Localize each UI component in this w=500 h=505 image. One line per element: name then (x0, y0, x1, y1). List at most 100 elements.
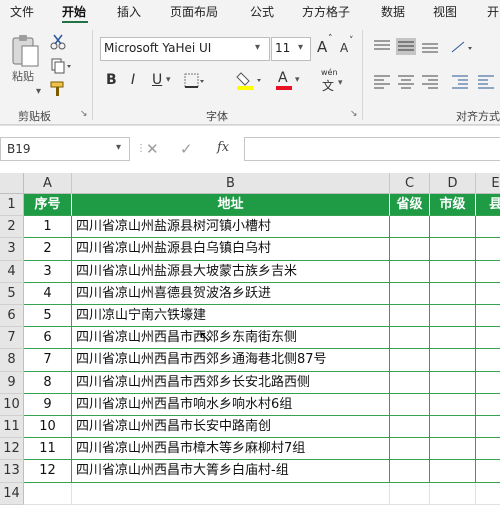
row-header-8[interactable]: 8 (0, 349, 24, 372)
underline-button[interactable]: U (152, 72, 162, 88)
cell-no[interactable]: 11 (24, 438, 72, 461)
cell-empty[interactable] (430, 371, 476, 394)
cell-empty[interactable] (390, 438, 430, 461)
cell-empty[interactable] (476, 416, 500, 439)
cell-address[interactable]: 四川省凉山州西昌市西郊乡东南街东侧 (72, 327, 390, 350)
row-header-9[interactable]: 9 (0, 371, 24, 394)
cell-empty[interactable] (430, 327, 476, 350)
row-header-1[interactable]: 1 (0, 194, 24, 217)
chevron-down-icon[interactable]: ▾ (166, 75, 171, 85)
italic-button[interactable]: I (131, 72, 135, 88)
column-header-b[interactable]: B (72, 173, 390, 194)
cell-empty[interactable] (390, 260, 430, 283)
cell-no[interactable]: 4 (24, 282, 72, 305)
insert-function-button[interactable]: fx (217, 140, 229, 155)
cell-empty[interactable] (390, 460, 430, 483)
row-header-11[interactable]: 11 (0, 416, 24, 439)
cell-empty[interactable] (430, 305, 476, 328)
menu-view[interactable]: 视图 (433, 3, 457, 20)
highlight-button[interactable] (236, 70, 266, 92)
header-cell-address[interactable]: 地址 (72, 194, 390, 217)
column-header-d[interactable]: D (430, 173, 476, 194)
cell-address[interactable]: 四川省凉山州盐源县大坡蒙古族乡吉米 (72, 260, 390, 283)
cell-empty[interactable] (476, 283, 500, 305)
cell-no[interactable]: 1 (24, 216, 72, 239)
cell-empty[interactable] (430, 438, 476, 461)
cell-empty[interactable] (476, 394, 500, 416)
cell-no[interactable]: 12 (24, 460, 72, 483)
row-header-13[interactable]: 13 (0, 460, 24, 483)
header-cell-no[interactable]: 序号 (24, 194, 72, 217)
header-cell-province[interactable]: 省级 (390, 194, 430, 217)
cell-empty[interactable] (430, 393, 476, 416)
cell-empty[interactable] (390, 282, 430, 305)
cell-empty[interactable] (430, 260, 476, 283)
font-size-dropdown[interactable]: 11 ▾ (271, 37, 311, 61)
cell-empty[interactable] (476, 483, 500, 505)
paste-button[interactable] (8, 34, 42, 70)
row-header-2[interactable]: 2 (0, 216, 24, 239)
row-header-14[interactable]: 14 (0, 482, 24, 505)
cell-address[interactable]: 四川省凉山州西昌市西郊乡通海巷北侧87号 (72, 349, 390, 372)
enter-icon[interactable]: ✓ (180, 140, 193, 158)
cell-empty[interactable] (430, 216, 476, 239)
formula-input[interactable] (244, 137, 500, 161)
cell-empty[interactable] (430, 460, 476, 483)
cell-address[interactable]: 四川凉山宁南六铁壕建 (72, 305, 390, 328)
cell-empty[interactable] (390, 327, 430, 350)
name-box[interactable]: B19 ▾ (0, 137, 130, 161)
cell-empty[interactable] (430, 482, 476, 505)
borders-button[interactable] (184, 72, 206, 90)
cell-empty[interactable] (476, 305, 500, 328)
cell-no[interactable]: 8 (24, 371, 72, 394)
cell-empty[interactable] (476, 460, 500, 483)
cell-empty[interactable] (430, 416, 476, 439)
cell-empty[interactable] (476, 238, 500, 261)
clipboard-launcher-icon[interactable]: ↘ (80, 109, 88, 119)
cell-empty[interactable] (430, 238, 476, 261)
copy-button[interactable] (50, 58, 72, 74)
grow-font-button[interactable]: A (317, 38, 327, 56)
menu-page-layout[interactable]: 页面布局 (170, 3, 218, 20)
column-header-c[interactable]: C (390, 173, 430, 194)
cell-address[interactable]: 四川省凉山州西昌市响水乡响水村6组 (72, 393, 390, 416)
cell-address[interactable]: 四川省凉山州西昌市西郊乡长安北路西侧 (72, 371, 390, 394)
cell-empty[interactable] (390, 393, 430, 416)
cell-empty[interactable] (476, 261, 500, 283)
cell-empty[interactable] (390, 305, 430, 328)
cancel-icon[interactable]: ✕ (146, 140, 159, 158)
row-header-5[interactable]: 5 (0, 282, 24, 305)
menu-file[interactable]: 文件 (10, 3, 34, 20)
cell-empty[interactable] (390, 349, 430, 372)
cell-address[interactable]: 四川省凉山州盐源县白乌镇白乌村 (72, 238, 390, 261)
cell-empty[interactable] (390, 238, 430, 261)
row-header-10[interactable]: 10 (0, 393, 24, 416)
row-header-6[interactable]: 6 (0, 305, 24, 328)
row-header-4[interactable]: 4 (0, 260, 24, 283)
cut-button[interactable] (50, 34, 66, 50)
font-name-dropdown[interactable]: Microsoft YaHei UI ▾ (100, 37, 270, 61)
row-header-12[interactable]: 12 (0, 438, 24, 461)
header-cell-county[interactable]: 县 (476, 194, 500, 217)
cell-empty[interactable] (24, 482, 72, 505)
cell-no[interactable]: 10 (24, 416, 72, 439)
cell-empty[interactable] (476, 372, 500, 394)
font-color-button[interactable]: A ▾ (275, 70, 305, 92)
menu-home[interactable]: 开始 (62, 3, 86, 20)
paste-label[interactable]: 粘贴 (12, 68, 34, 84)
cell-empty[interactable] (430, 349, 476, 372)
cell-address[interactable]: 四川省凉山州西昌市大箐乡白庙村-组 (72, 460, 390, 483)
cell-empty[interactable] (390, 216, 430, 239)
bold-button[interactable]: B (106, 72, 117, 88)
menu-data[interactable]: 数据 (381, 3, 405, 20)
shrink-font-button[interactable]: A (340, 41, 348, 55)
cell-address[interactable]: 四川省凉山州西昌市长安中路南创 (72, 416, 390, 439)
cell-address[interactable]: 四川省凉山州盐源县树河镇小槽村 (72, 216, 390, 239)
cell-empty[interactable] (476, 216, 500, 239)
cell-empty[interactable] (476, 438, 500, 461)
header-cell-city[interactable]: 市级 (430, 194, 476, 217)
column-header-e[interactable]: E (476, 173, 500, 194)
cell-empty[interactable] (390, 482, 430, 505)
phonetic-button[interactable]: wén 文 ▾ (318, 68, 348, 93)
cell-empty[interactable] (390, 416, 430, 439)
